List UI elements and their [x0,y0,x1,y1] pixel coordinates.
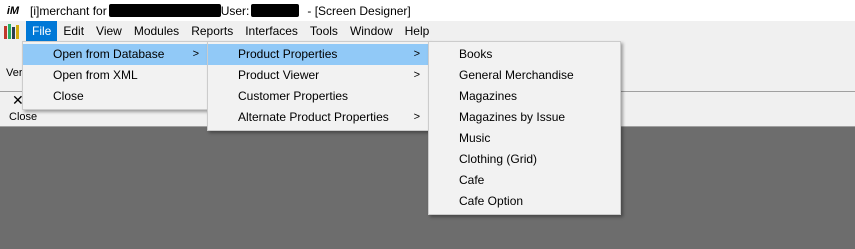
title-bar: iM [i]merchant for User: - [Screen Desig… [0,0,855,21]
submenu-arrow-icon: > [413,111,420,123]
menu-view[interactable]: View [90,21,128,41]
product-properties-submenu: Books General Merchandise Magazines Maga… [428,41,621,215]
menu-help[interactable]: Help [399,21,436,41]
user-label: User: [220,3,250,18]
menu-item-cafe[interactable]: Cafe [429,170,620,191]
menu-item-label: Product Viewer [238,68,320,82]
app-logo-icon: iM [6,4,20,17]
redacted-user [251,4,300,17]
menu-item-label: Open from XML [53,68,138,82]
menu-item-clothing-grid[interactable]: Clothing (Grid) [429,149,620,170]
menu-tools[interactable]: Tools [304,21,344,41]
close-toolbar-button[interactable]: Close [9,111,37,123]
menu-item-product-properties[interactable]: Product Properties > [208,44,428,65]
menu-item-customer-properties[interactable]: Customer Properties [208,86,428,107]
submenu-arrow-icon: > [413,69,420,81]
menu-item-label: Customer Properties [238,89,349,103]
ver-label: Ver [6,67,23,79]
window-mode: - [Screen Designer] [307,3,411,18]
file-menu: Open from Database > Open from XML Close [22,41,208,110]
menu-item-general-merchandise[interactable]: General Merchandise [429,65,620,86]
menu-file[interactable]: File [26,21,58,41]
submenu-arrow-icon: > [413,48,420,60]
menu-window[interactable]: Window [344,21,399,41]
books-app-icon[interactable] [4,23,22,39]
menu-item-label: Open from Database [53,47,165,61]
menu-item-magazines[interactable]: Magazines [429,86,620,107]
menu-item-label: Product Properties [238,47,338,61]
menu-item-open-from-xml[interactable]: Open from XML [23,65,207,86]
menu-item-open-from-database[interactable]: Open from Database > [23,44,207,65]
app-name: [i]merchant for [30,3,107,18]
menu-item-product-viewer[interactable]: Product Viewer > [208,65,428,86]
open-from-database-submenu: Product Properties > Product Viewer > Cu… [207,41,429,131]
menu-reports[interactable]: Reports [185,21,239,41]
menu-item-books[interactable]: Books [429,44,620,65]
menu-item-label: Close [53,89,84,103]
redacted-company [108,4,221,17]
menu-item-music[interactable]: Music [429,128,620,149]
submenu-arrow-icon: > [192,48,199,60]
menu-item-label: Alternate Product Properties [238,110,389,124]
menu-item-cafe-option[interactable]: Cafe Option [429,191,620,212]
menu-interfaces[interactable]: Interfaces [239,21,304,41]
menu-edit[interactable]: Edit [57,21,90,41]
menu-item-close[interactable]: Close [23,86,207,107]
menu-item-magazines-by-issue[interactable]: Magazines by Issue [429,107,620,128]
menu-bar: File Edit View Modules Reports Interface… [0,21,855,41]
menu-modules[interactable]: Modules [128,21,185,41]
menu-item-alternate-product-properties[interactable]: Alternate Product Properties > [208,107,428,128]
